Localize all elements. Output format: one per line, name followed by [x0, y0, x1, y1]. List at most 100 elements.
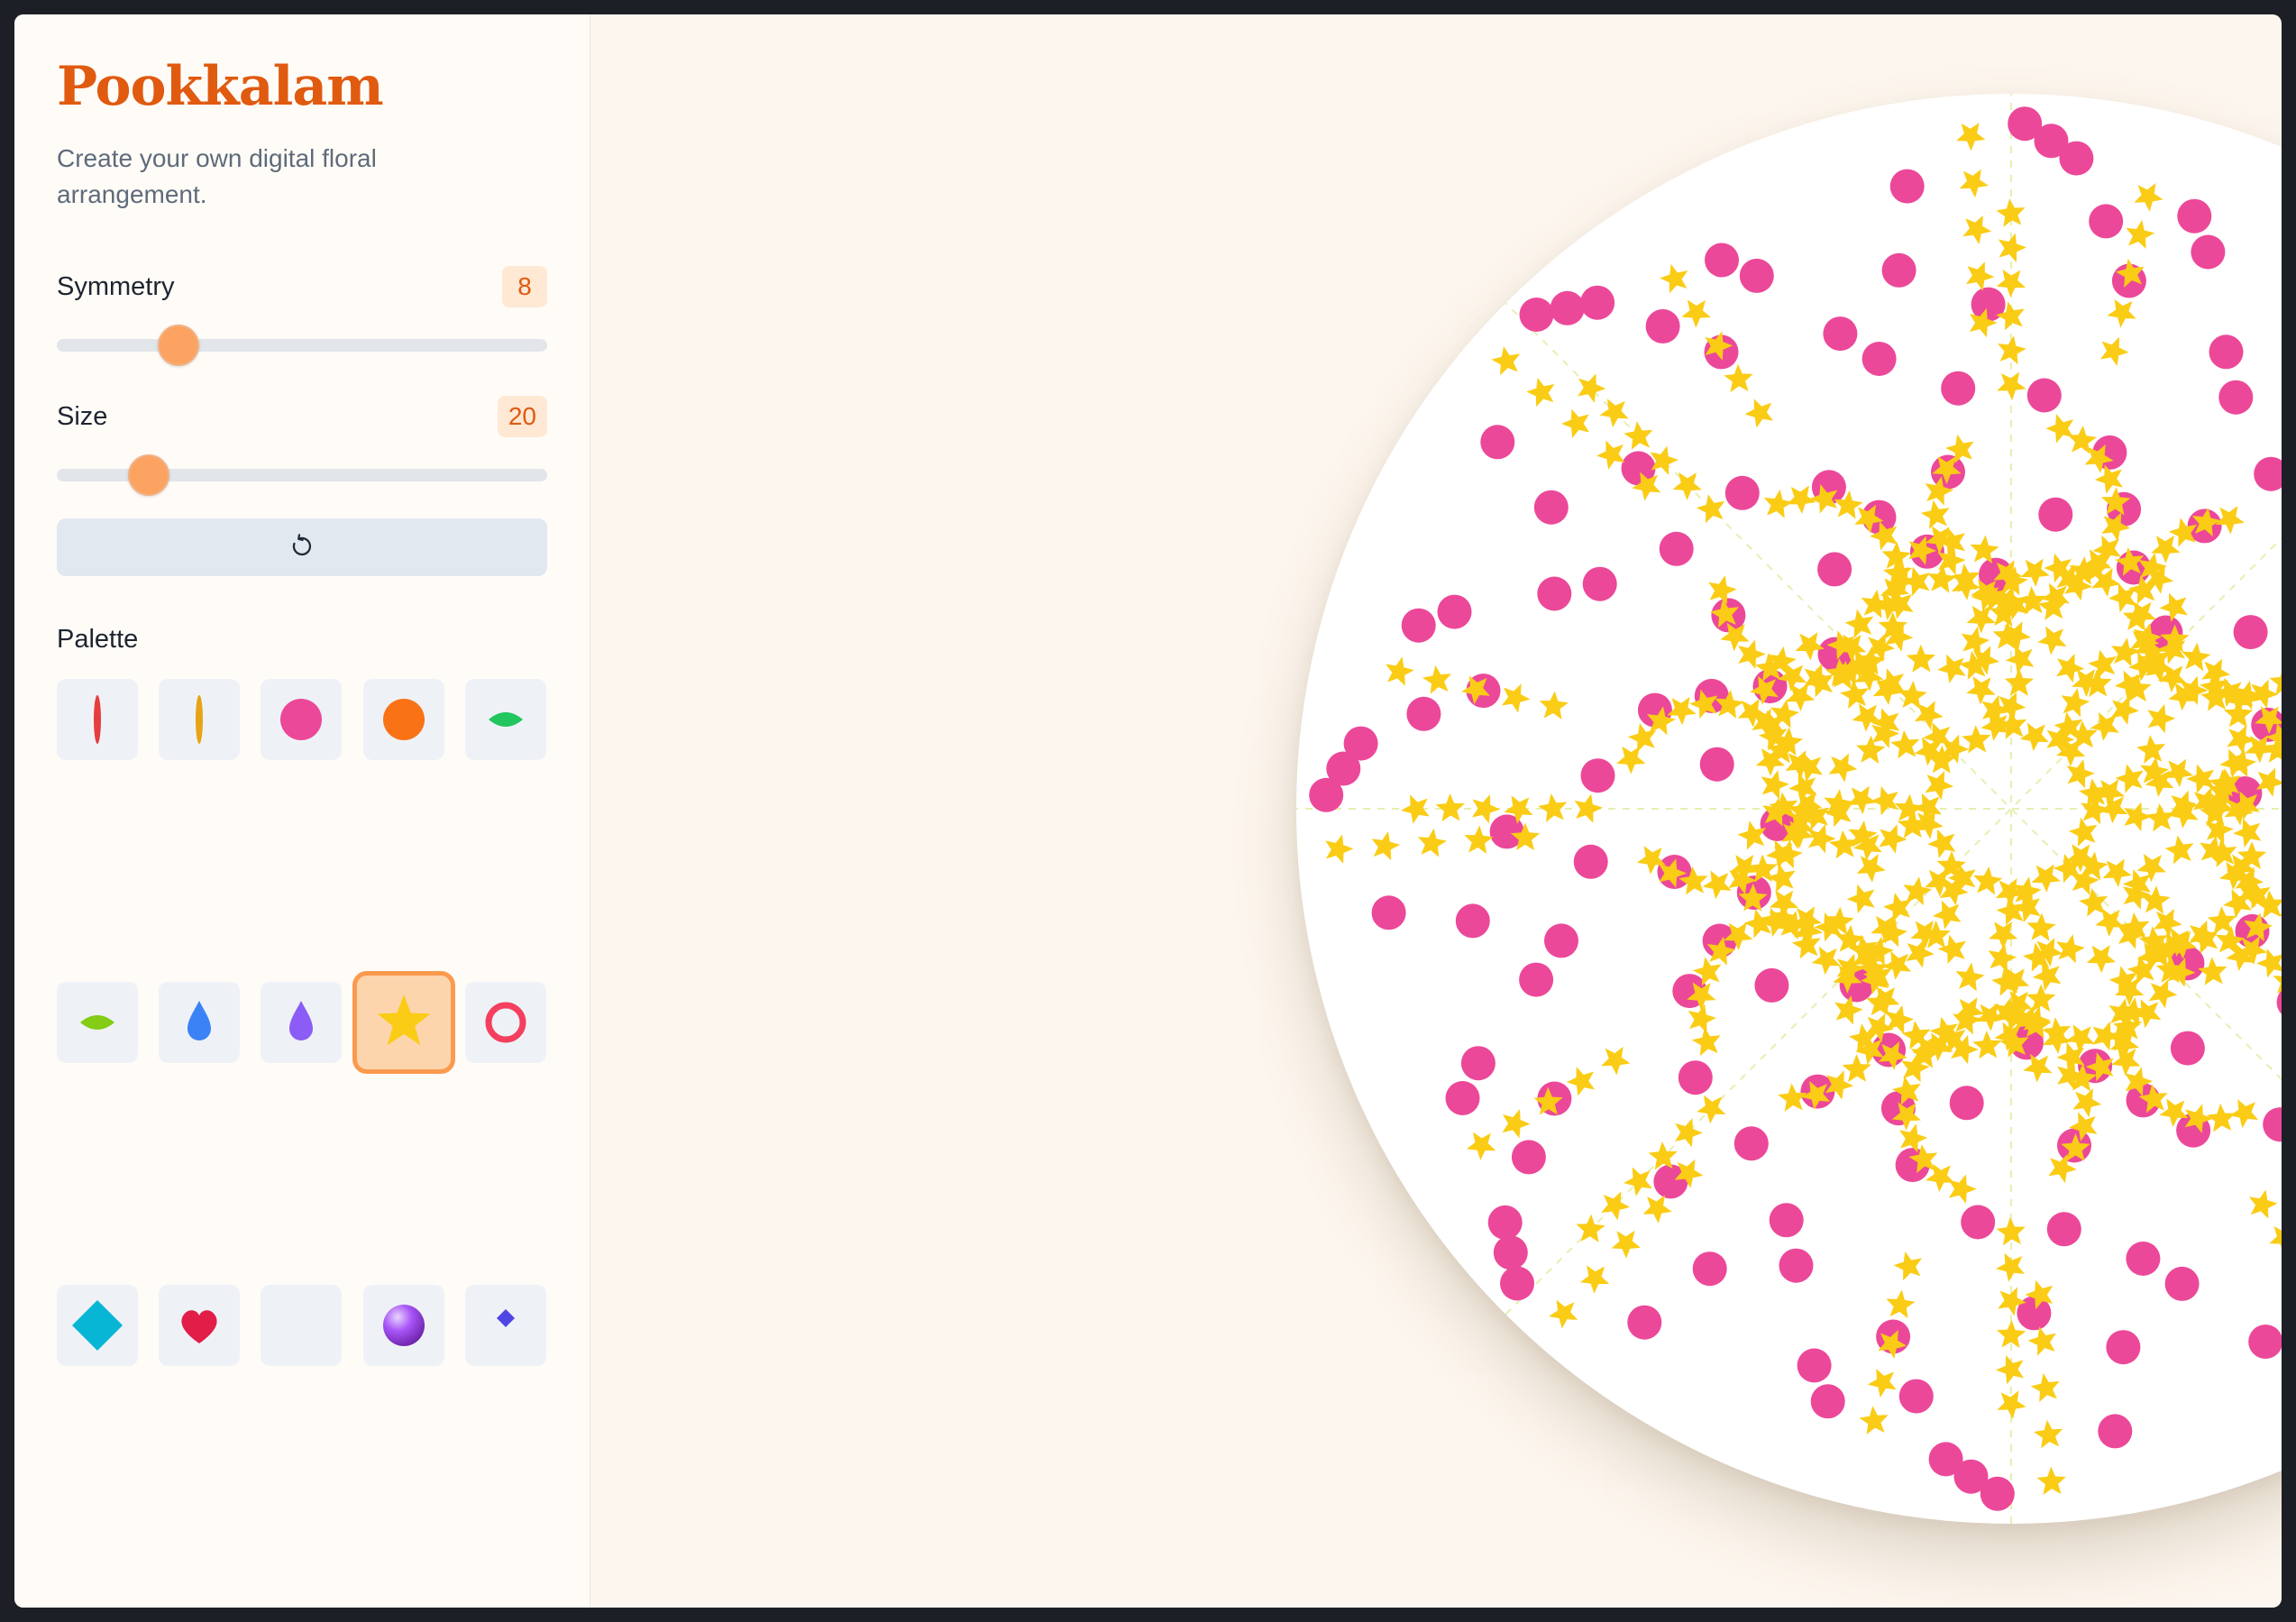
pink-dot-mark [2218, 380, 2254, 415]
star-mark [2037, 626, 2067, 655]
star-mark [1561, 408, 1590, 438]
pink-dot-mark [2177, 198, 2212, 234]
star-mark [2147, 703, 2176, 734]
star-mark [1997, 335, 2026, 365]
pink-dot-mark [1699, 747, 1734, 782]
star-mark [1502, 1109, 1531, 1139]
star-mark [1578, 373, 1606, 403]
size-slider[interactable] [57, 454, 547, 496]
size-slider-thumb[interactable] [128, 454, 169, 496]
star-mark [1501, 683, 1531, 713]
pink-dot-mark [1544, 923, 1578, 958]
star-mark [1972, 1031, 2002, 1059]
pink-dot-mark [1705, 243, 1739, 278]
pink-dot-mark [2126, 1242, 2161, 1276]
star-mark [1995, 1354, 2025, 1385]
pink-dot-mark [1437, 594, 1472, 629]
ring-icon [485, 1002, 526, 1043]
app-title: Pookkalam [57, 55, 384, 118]
star-mark [1417, 828, 1447, 857]
swatch-orange-petal[interactable] [159, 679, 240, 760]
pink-dot-mark [2038, 497, 2073, 532]
star-mark [1325, 834, 1354, 864]
pink-dot-mark [1949, 1086, 1984, 1121]
swatch-lime-leaf[interactable] [57, 982, 138, 1063]
pink-dot-mark [1511, 1140, 1546, 1175]
swatch-blue-drop[interactable] [159, 982, 240, 1063]
swatch-cyan-diamond[interactable] [57, 1285, 138, 1366]
star-mark [1996, 1217, 2026, 1246]
star-mark [2020, 558, 2050, 587]
swatch-heart[interactable] [159, 1285, 240, 1366]
pink-dot-mark [1406, 696, 1441, 731]
swatch-green-leaf[interactable] [465, 679, 546, 760]
star-mark [2030, 1373, 2060, 1403]
pookkalam-canvas[interactable] [1296, 94, 2282, 1524]
reset-button[interactable] [57, 518, 547, 576]
star-mark [1761, 770, 1789, 800]
pink-dot-mark [1692, 1251, 1727, 1287]
star-mark [2072, 1088, 2102, 1118]
pink-dot-mark [1445, 1081, 1480, 1115]
swatch-star-petal[interactable] [352, 971, 455, 1074]
symmetry-slider[interactable] [57, 325, 547, 366]
swatch-red-petal[interactable] [57, 679, 138, 760]
swatch-blank[interactable] [261, 1285, 342, 1366]
orange-petal-icon [196, 695, 203, 744]
star-mark [1579, 1265, 1610, 1294]
star-mark [1920, 499, 1950, 529]
pink-dot-mark [1460, 1046, 1496, 1081]
star-mark [2248, 1189, 2278, 1219]
pink-dot-mark [1733, 1126, 1769, 1161]
purple-bead-icon [383, 1305, 425, 1346]
pink-dot-mark [1941, 371, 1976, 406]
pink-dot-mark [1678, 1060, 1713, 1095]
star-mark [2233, 818, 2262, 848]
star-mark [1574, 793, 1603, 823]
swatch-orange-dot[interactable] [363, 679, 444, 760]
star-mark [2134, 183, 2163, 212]
star-mark [1886, 1289, 1916, 1319]
pink-dot-mark [2106, 1330, 2141, 1365]
swatch-indigo-diamond[interactable] [465, 1285, 546, 1366]
star-mark [1435, 793, 1466, 822]
symmetry-label: Symmetry [57, 271, 175, 301]
canvas-area [590, 14, 2282, 1608]
pink-dot-mark [1580, 758, 1615, 793]
star-mark [1997, 371, 2026, 400]
star-mark [1422, 664, 1452, 694]
indigo-diamond-icon [497, 1309, 515, 1327]
star-mark [1955, 997, 1985, 1026]
swatch-violet-drop[interactable] [261, 982, 342, 1063]
pink-dot-mark [1769, 1203, 1804, 1238]
pink-dot-mark [1739, 258, 1774, 293]
star-icon [377, 994, 431, 1046]
pookkalam-drawing[interactable] [1296, 94, 2282, 1524]
star-mark [2100, 336, 2129, 367]
star-mark [1744, 399, 1774, 428]
symmetry-slider-thumb[interactable] [158, 325, 199, 366]
swatch-pink-dot[interactable] [261, 679, 342, 760]
pink-dot-mark [1861, 342, 1897, 376]
swatch-purple-bead[interactable] [363, 1285, 444, 1366]
orange-dot-icon [383, 699, 425, 740]
star-mark [2126, 219, 2155, 250]
star-mark [1660, 263, 1688, 294]
pink-dot-mark [1810, 1384, 1845, 1419]
star-mark [1401, 794, 1430, 824]
swatch-ring[interactable] [465, 982, 546, 1063]
star-mark [1691, 1027, 1721, 1057]
star-mark [1763, 489, 1793, 518]
pink-dot-mark [1627, 1305, 1662, 1340]
star-mark [2036, 1466, 2066, 1495]
pink-dot-mark [1881, 252, 1916, 288]
pink-dot-mark [1500, 1266, 1534, 1301]
pink-dot-mark [1537, 576, 1572, 611]
star-mark [1642, 1195, 1672, 1223]
star-mark [2269, 1224, 2282, 1254]
lime-leaf-icon [80, 1015, 114, 1030]
star-mark [2164, 835, 2194, 865]
red-petal-icon [94, 695, 101, 744]
size-label: Size [57, 401, 108, 431]
star-mark [1948, 1174, 1977, 1204]
